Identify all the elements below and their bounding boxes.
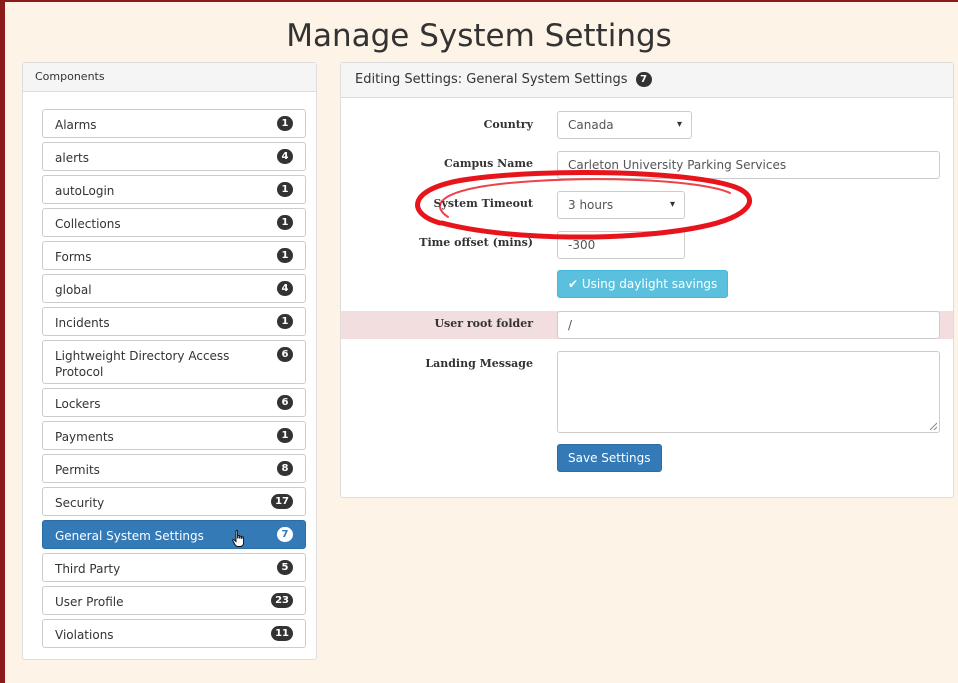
count-badge: 7 [277, 527, 293, 542]
check-icon: ✔ [568, 277, 579, 291]
user-root-folder-label: User root folder [434, 317, 533, 330]
component-label: Collections [55, 217, 121, 231]
component-label: Third Party [55, 562, 121, 576]
component-item-payments[interactable]: Payments 1 [42, 421, 306, 450]
editing-heading: Editing Settings: General System Setting… [341, 63, 953, 98]
count-badge: 5 [277, 560, 293, 575]
component-item-alerts[interactable]: alerts 4 [42, 142, 306, 171]
component-item-incidents[interactable]: Incidents 1 [42, 307, 306, 336]
component-label: Permits [55, 463, 100, 477]
component-item-violations[interactable]: Violations 11 [42, 619, 306, 648]
component-label: Lightweight Directory Access Protocol [55, 349, 230, 379]
save-settings-button[interactable]: Save Settings [557, 444, 662, 472]
count-badge: 4 [277, 149, 293, 164]
component-item-collections[interactable]: Collections 1 [42, 208, 306, 237]
count-badge: 1 [277, 248, 293, 263]
component-label: General System Settings [55, 529, 204, 543]
count-badge: 8 [277, 461, 293, 476]
annotation-ellipse [415, 169, 752, 240]
user-root-folder-value: / [568, 318, 573, 332]
country-label: Country [483, 118, 533, 131]
component-item-autologin[interactable]: autoLogin 1 [42, 175, 306, 204]
component-item-general-system-settings[interactable]: General System Settings 7 [42, 520, 306, 549]
user-root-folder-input[interactable]: / [557, 311, 940, 339]
count-badge: 1 [277, 116, 293, 131]
component-label: autoLogin [55, 184, 115, 198]
component-item-forms[interactable]: Forms 1 [42, 241, 306, 270]
component-item-alarms[interactable]: Alarms 1 [42, 109, 306, 138]
count-badge: 1 [277, 182, 293, 197]
component-label: Alarms [55, 118, 97, 132]
component-item-lockers[interactable]: Lockers 6 [42, 388, 306, 417]
country-select[interactable]: Canada [557, 111, 692, 139]
page-title: Manage System Settings [286, 18, 672, 54]
count-badge: 6 [277, 347, 293, 362]
landing-message-textarea[interactable] [557, 351, 940, 433]
landing-message-label: Landing Message [425, 357, 533, 370]
window-frame-top [0, 0, 958, 2]
component-label: alerts [55, 151, 89, 165]
component-label: Incidents [55, 316, 110, 330]
component-item-user-profile[interactable]: User Profile 23 [42, 586, 306, 615]
component-item-permits[interactable]: Permits 8 [42, 454, 306, 483]
count-badge: 11 [271, 626, 293, 641]
component-label: global [55, 283, 92, 297]
components-heading: Components [23, 63, 316, 92]
component-label: Violations [55, 628, 114, 642]
count-badge: 17 [271, 494, 293, 509]
resize-grip-icon[interactable] [929, 422, 937, 430]
daylight-savings-button[interactable]: ✔ Using daylight savings [557, 270, 729, 298]
count-badge: 1 [277, 215, 293, 230]
components-panel: Components Alarms 1 alerts 4 autoLogin 1… [22, 62, 317, 660]
country-value: Canada [568, 118, 614, 132]
editing-heading-title: Editing Settings: General System Setting… [355, 72, 628, 87]
window-frame-left [0, 0, 5, 683]
count-badge: 7 [635, 72, 652, 87]
count-badge: 6 [277, 395, 293, 410]
components-list: Alarms 1 alerts 4 autoLogin 1 Collection… [42, 109, 306, 652]
count-badge: 1 [277, 428, 293, 443]
count-badge: 4 [277, 281, 293, 296]
component-item-ldap[interactable]: Lightweight Directory Access Protocol 6 [42, 340, 306, 384]
component-item-third-party[interactable]: Third Party 5 [42, 553, 306, 582]
component-item-security[interactable]: Security 17 [42, 487, 306, 516]
component-label: Forms [55, 250, 92, 264]
hand-cursor-icon [232, 530, 245, 547]
daylight-savings-label: Using daylight savings [581, 277, 718, 291]
editing-panel: Editing Settings: General System Setting… [340, 62, 954, 498]
component-label: Payments [55, 430, 114, 444]
count-badge: 1 [277, 314, 293, 329]
component-label: Security [55, 496, 105, 510]
count-badge: 23 [271, 593, 293, 608]
component-label: User Profile [55, 595, 124, 609]
component-item-global[interactable]: global 4 [42, 274, 306, 303]
component-label: Lockers [55, 397, 101, 411]
